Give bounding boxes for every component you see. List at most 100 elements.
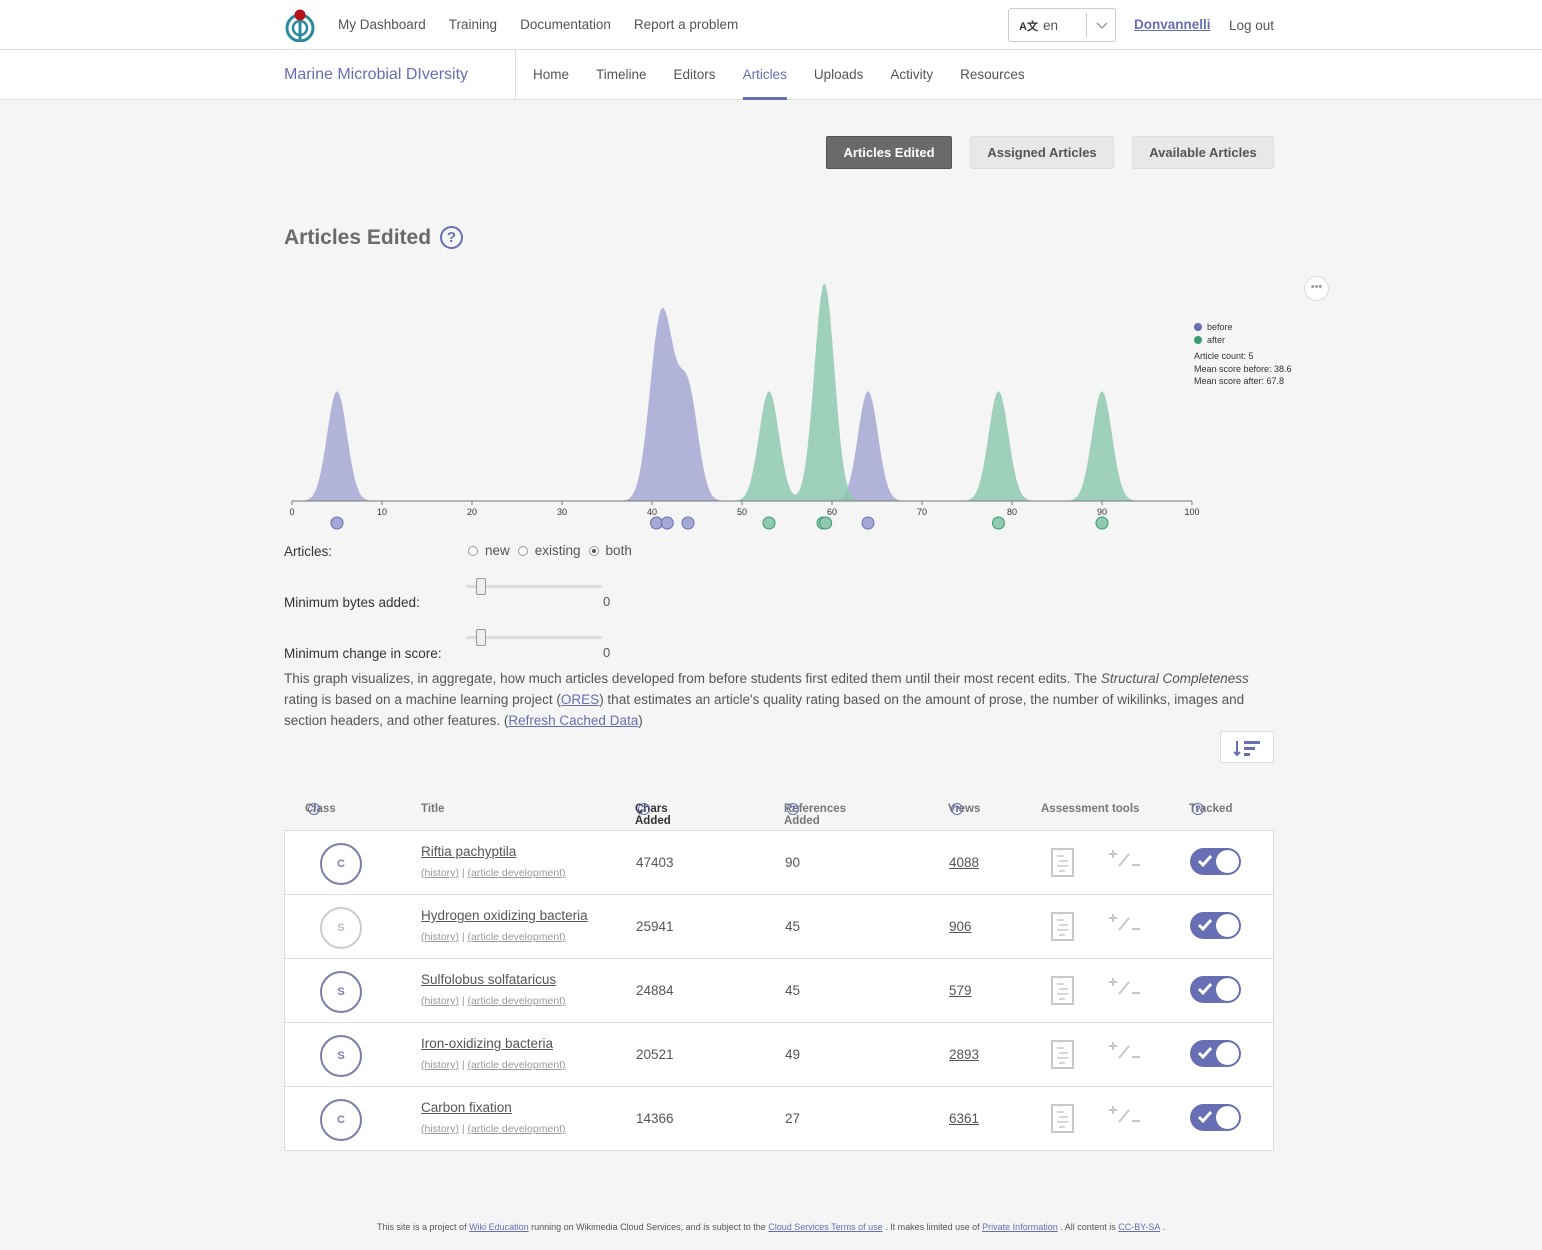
- sort-icon: [1233, 741, 1260, 757]
- nav-documentation[interactable]: Documentation: [520, 17, 611, 32]
- score-slider-track[interactable]: [466, 636, 602, 639]
- data-point-before[interactable]: [681, 516, 695, 530]
- diff-icon[interactable]: [1107, 976, 1143, 998]
- data-point-after[interactable]: [819, 516, 833, 530]
- assigned-articles-button[interactable]: Assigned Articles: [970, 136, 1114, 169]
- tab-home[interactable]: Home: [533, 67, 569, 100]
- tab-editors[interactable]: Editors: [674, 67, 716, 100]
- diff-icon[interactable]: [1107, 1040, 1143, 1062]
- refresh-cache-link[interactable]: Refresh Cached Data: [508, 713, 638, 728]
- sort-button[interactable]: [1220, 731, 1274, 763]
- history-link[interactable]: (history): [421, 995, 459, 1007]
- nav-my-dashboard[interactable]: My Dashboard: [338, 17, 426, 32]
- legend-before: before: [1194, 321, 1292, 334]
- article-development-link[interactable]: (article development): [467, 931, 565, 943]
- tab-activity[interactable]: Activity: [890, 67, 933, 100]
- article-development-link[interactable]: (article development): [467, 1059, 565, 1071]
- views-link[interactable]: 906: [949, 919, 972, 934]
- radio-existing[interactable]: [517, 545, 528, 556]
- bytes-slider-handle[interactable]: [476, 578, 486, 595]
- data-point-after[interactable]: [992, 516, 1005, 530]
- available-articles-button[interactable]: Available Articles: [1132, 136, 1274, 169]
- tab-uploads[interactable]: Uploads: [814, 67, 864, 100]
- tracked-toggle[interactable]: [1190, 976, 1241, 1003]
- language-divider: [1086, 13, 1087, 37]
- article-title-link[interactable]: Sulfolobus solfataricus: [421, 972, 556, 987]
- nav-training[interactable]: Training: [449, 17, 497, 32]
- chart-description: This graph visualizes, in aggregate, how…: [284, 671, 1249, 728]
- radio-both[interactable]: [588, 545, 599, 556]
- article-development-link[interactable]: (article development): [467, 867, 565, 879]
- diff-icon[interactable]: [1107, 912, 1143, 934]
- tab-timeline[interactable]: Timeline: [596, 67, 647, 100]
- privacy-link[interactable]: Private Information: [982, 1222, 1058, 1232]
- data-point-after[interactable]: [1095, 516, 1109, 530]
- score-slider-handle[interactable]: [476, 629, 486, 646]
- data-point-before[interactable]: [650, 516, 663, 530]
- wiki-education-logo[interactable]: [284, 8, 316, 42]
- tracked-toggle[interactable]: [1190, 848, 1241, 875]
- views-link[interactable]: 4088: [949, 855, 979, 870]
- article-title-link[interactable]: Riftia pachyptila: [421, 844, 516, 859]
- radio-existing-label: existing: [534, 543, 581, 558]
- table-row: S Hydrogen oxidizing bacteria (history) | …: [285, 895, 1273, 959]
- document-icon[interactable]: [1051, 976, 1075, 1006]
- document-icon[interactable]: [1051, 848, 1075, 878]
- article-title-link[interactable]: Iron-oxidizing bacteria: [421, 1036, 553, 1051]
- data-point-after[interactable]: [762, 516, 776, 530]
- tracked-toggle[interactable]: [1190, 1104, 1241, 1131]
- document-icon[interactable]: [1051, 1040, 1075, 1070]
- history-link[interactable]: (history): [421, 1123, 459, 1135]
- chevron-down-icon: [1096, 22, 1108, 30]
- chars-added: 20521: [636, 1047, 674, 1062]
- tab-resources[interactable]: Resources: [960, 67, 1025, 100]
- diff-icon[interactable]: [1107, 1104, 1143, 1126]
- help-icon: ?: [951, 803, 963, 815]
- history-link[interactable]: (history): [421, 931, 459, 943]
- terms-link[interactable]: Cloud Services Terms of use: [768, 1222, 882, 1232]
- articles-edited-button[interactable]: Articles Edited: [826, 136, 952, 169]
- user-link[interactable]: Donvannelli: [1134, 17, 1211, 32]
- check-icon: [1197, 1111, 1213, 1124]
- views-link[interactable]: 6361: [949, 1111, 979, 1126]
- tracked-toggle[interactable]: [1190, 1040, 1241, 1067]
- logout-link[interactable]: Log out: [1229, 18, 1274, 33]
- article-sublinks: (history) | (article development): [421, 1123, 566, 1135]
- ores-link[interactable]: ORES: [561, 692, 599, 707]
- history-link[interactable]: (history): [421, 867, 459, 879]
- language-select[interactable]: A文 en: [1008, 8, 1116, 42]
- more-options-icon[interactable]: •••: [1304, 276, 1329, 301]
- help-icon[interactable]: ?: [440, 226, 463, 249]
- document-icon[interactable]: [1051, 912, 1075, 942]
- document-icon[interactable]: [1051, 1104, 1075, 1134]
- article-title-link[interactable]: Carbon fixation: [421, 1100, 512, 1115]
- x-tick-label: 30: [557, 507, 567, 517]
- license-link[interactable]: CC-BY-SA: [1118, 1222, 1160, 1232]
- articles-filter: new existing both: [468, 543, 632, 558]
- legend-before-label: before: [1207, 322, 1233, 332]
- article-title-link[interactable]: Hydrogen oxidizing bacteria: [421, 908, 588, 923]
- legend-after: after: [1194, 334, 1292, 347]
- density-after: [292, 283, 1192, 501]
- header-title[interactable]: Title: [421, 803, 444, 815]
- radio-new[interactable]: [468, 545, 478, 556]
- wiki-education-link[interactable]: Wiki Education: [469, 1222, 529, 1232]
- course-title[interactable]: Marine Microbial DIversity: [284, 66, 468, 84]
- tracked-toggle[interactable]: [1190, 912, 1241, 939]
- data-point-before[interactable]: [861, 516, 875, 530]
- views-link[interactable]: 2893: [949, 1047, 979, 1062]
- data-point-before[interactable]: [330, 516, 344, 530]
- article-count: Article count: 5: [1194, 351, 1254, 361]
- translate-icon: A文: [1019, 21, 1038, 33]
- diff-icon[interactable]: [1107, 848, 1143, 870]
- history-link[interactable]: (history): [421, 1059, 459, 1071]
- tab-articles[interactable]: Articles: [742, 67, 788, 100]
- views-link[interactable]: 579: [949, 983, 972, 998]
- data-point-before[interactable]: [660, 516, 674, 530]
- article-development-link[interactable]: (article development): [467, 995, 565, 1007]
- x-tick-label: 100: [1184, 507, 1199, 517]
- articles-filter-label: Articles:: [284, 544, 333, 559]
- bytes-slider-track[interactable]: [466, 585, 602, 588]
- article-development-link[interactable]: (article development): [467, 1123, 565, 1135]
- nav-report-problem[interactable]: Report a problem: [634, 17, 738, 32]
